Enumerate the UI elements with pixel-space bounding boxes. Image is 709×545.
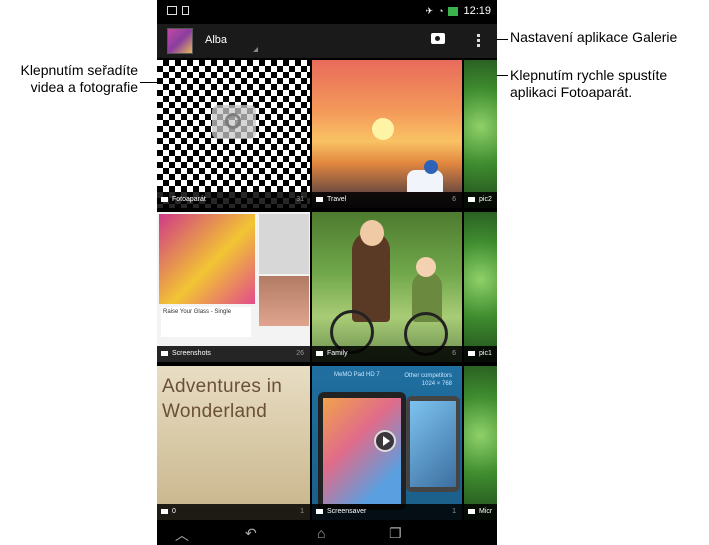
album-tile-screenshots[interactable]: Raise Your Glass - Single Screenshots 26 — [157, 212, 310, 362]
home-icon[interactable]: ⌂ — [317, 525, 325, 541]
back-arrow-icon[interactable]: ↶ — [245, 525, 257, 542]
album-name: Screensaver — [327, 508, 367, 515]
album-name: Family — [327, 350, 348, 357]
back-icon[interactable]: ︿ — [175, 525, 189, 545]
album-name: pic1 — [479, 350, 492, 357]
folder-icon — [468, 509, 475, 514]
album-count: 26 — [296, 350, 304, 357]
album-name: Fotoaparát — [172, 196, 206, 203]
album-count: 31 — [296, 196, 304, 203]
battery-icon — [448, 6, 459, 16]
folder-icon — [316, 509, 323, 514]
album-count: 1 — [300, 508, 304, 515]
sun-shape — [372, 118, 394, 140]
dropdown-indicator-icon[interactable] — [253, 47, 258, 52]
album-caption: Micr — [464, 504, 497, 520]
folder-icon — [316, 197, 323, 202]
album-view-selector[interactable]: Alba — [205, 34, 227, 46]
image-icon — [167, 6, 177, 15]
screenshot-panel — [259, 214, 309, 274]
clock: 12:19 — [463, 5, 491, 17]
album-count: 6 — [452, 196, 456, 203]
album-tile-screensaver[interactable]: MeMO Pad HD 7 Other competitors 1024 × 7… — [312, 366, 462, 520]
face-shape — [360, 220, 384, 246]
album-caption: Screensaver 1 — [312, 504, 462, 520]
dome-shape — [424, 160, 438, 174]
album-count: 6 — [452, 350, 456, 357]
album-caption: Travel 6 — [312, 192, 462, 208]
camera-icon[interactable] — [431, 33, 445, 44]
sim-icon — [182, 6, 189, 15]
face-shape — [416, 257, 436, 277]
album-name: Travel — [327, 196, 347, 203]
album-tile-pic1[interactable]: pic1 — [464, 212, 497, 362]
play-icon[interactable] — [374, 430, 396, 452]
album-name: pic2 — [479, 196, 492, 203]
screensaver-left-label: MeMO Pad HD 7 — [334, 372, 380, 378]
camera-icon — [212, 105, 256, 139]
album-tile-pic2[interactable]: pic2 — [464, 60, 497, 208]
album-caption: 0 1 — [157, 504, 310, 520]
wifi-icon: ◔ — [438, 6, 444, 16]
folder-icon — [316, 351, 323, 356]
camera-callout-text: Klepnutím rychle spustíte aplikaci Fotoa… — [510, 67, 668, 100]
album-tile-travel[interactable]: Travel 6 — [312, 60, 462, 208]
folder-icon — [161, 509, 168, 514]
album-caption: Fotoaparát 31 — [157, 192, 310, 208]
album-tile-family[interactable]: Family 6 — [312, 212, 462, 362]
album-name: Screenshots — [172, 350, 211, 357]
album-thumbnail — [464, 366, 497, 520]
tablet-shape — [406, 396, 460, 492]
album-caption: Family 6 — [312, 346, 462, 362]
album-tile-0[interactable]: Adventures in Wonderland 0 1 — [157, 366, 310, 520]
album-thumbnail — [464, 212, 497, 362]
navigation-bar: ︿ ↶ ⌂ ❐ — [157, 520, 497, 545]
settings-callout: Nastavení aplikace Galerie — [510, 29, 705, 46]
album-caption: pic2 — [464, 192, 497, 208]
church-shape — [407, 170, 443, 192]
album-caption: Screenshots 26 — [157, 346, 310, 362]
album-tile-micr[interactable]: Micr — [464, 366, 497, 520]
folder-icon — [161, 351, 168, 356]
gallery-app-icon[interactable] — [167, 28, 193, 54]
camera-callout: Klepnutím rychle spustíte aplikaci Fotoa… — [510, 67, 705, 101]
action-bar: Alba — [157, 24, 497, 58]
book-title: Adventures in Wonderland — [162, 376, 283, 422]
album-grid: Fotoaparát 31 Travel 6 pic2 Raise Your G… — [157, 60, 497, 520]
overflow-menu-icon[interactable] — [477, 34, 481, 50]
album-caption: pic1 — [464, 346, 497, 362]
album-thumbnail — [464, 60, 497, 208]
album-tile-fotoaparat[interactable]: Fotoaparát 31 — [157, 60, 310, 208]
mute-icon: ✈ — [425, 5, 434, 16]
sort-callout-text: Klepnutím seřadíte videa a fotografie — [20, 62, 138, 95]
screenshot-caption: Raise Your Glass - Single — [161, 307, 251, 337]
tablet-screen-shape — [410, 401, 456, 487]
folder-icon — [468, 197, 475, 202]
status-bar: ✈ ◔ 12:19 — [157, 0, 497, 24]
recents-icon[interactable]: ❐ — [389, 525, 402, 542]
screensaver-right-label: Other competitors 1024 × 768 — [404, 373, 452, 387]
folder-icon — [468, 351, 475, 356]
album-count: 1 — [452, 508, 456, 515]
settings-callout-text: Nastavení aplikace Galerie — [510, 29, 678, 45]
tablet-shape — [318, 392, 406, 510]
camera-small-icon — [161, 197, 168, 202]
tablet-screen: ✈ ◔ 12:19 Alba Fotoaparát 31 Travel 6 pi… — [157, 0, 497, 545]
album-name: Micr — [479, 508, 493, 515]
screenshot-panel — [259, 276, 309, 326]
album-name: 0 — [172, 508, 176, 515]
album-art-shape — [159, 214, 255, 304]
sort-callout: Klepnutím seřadíte videa a fotografie — [4, 62, 138, 96]
